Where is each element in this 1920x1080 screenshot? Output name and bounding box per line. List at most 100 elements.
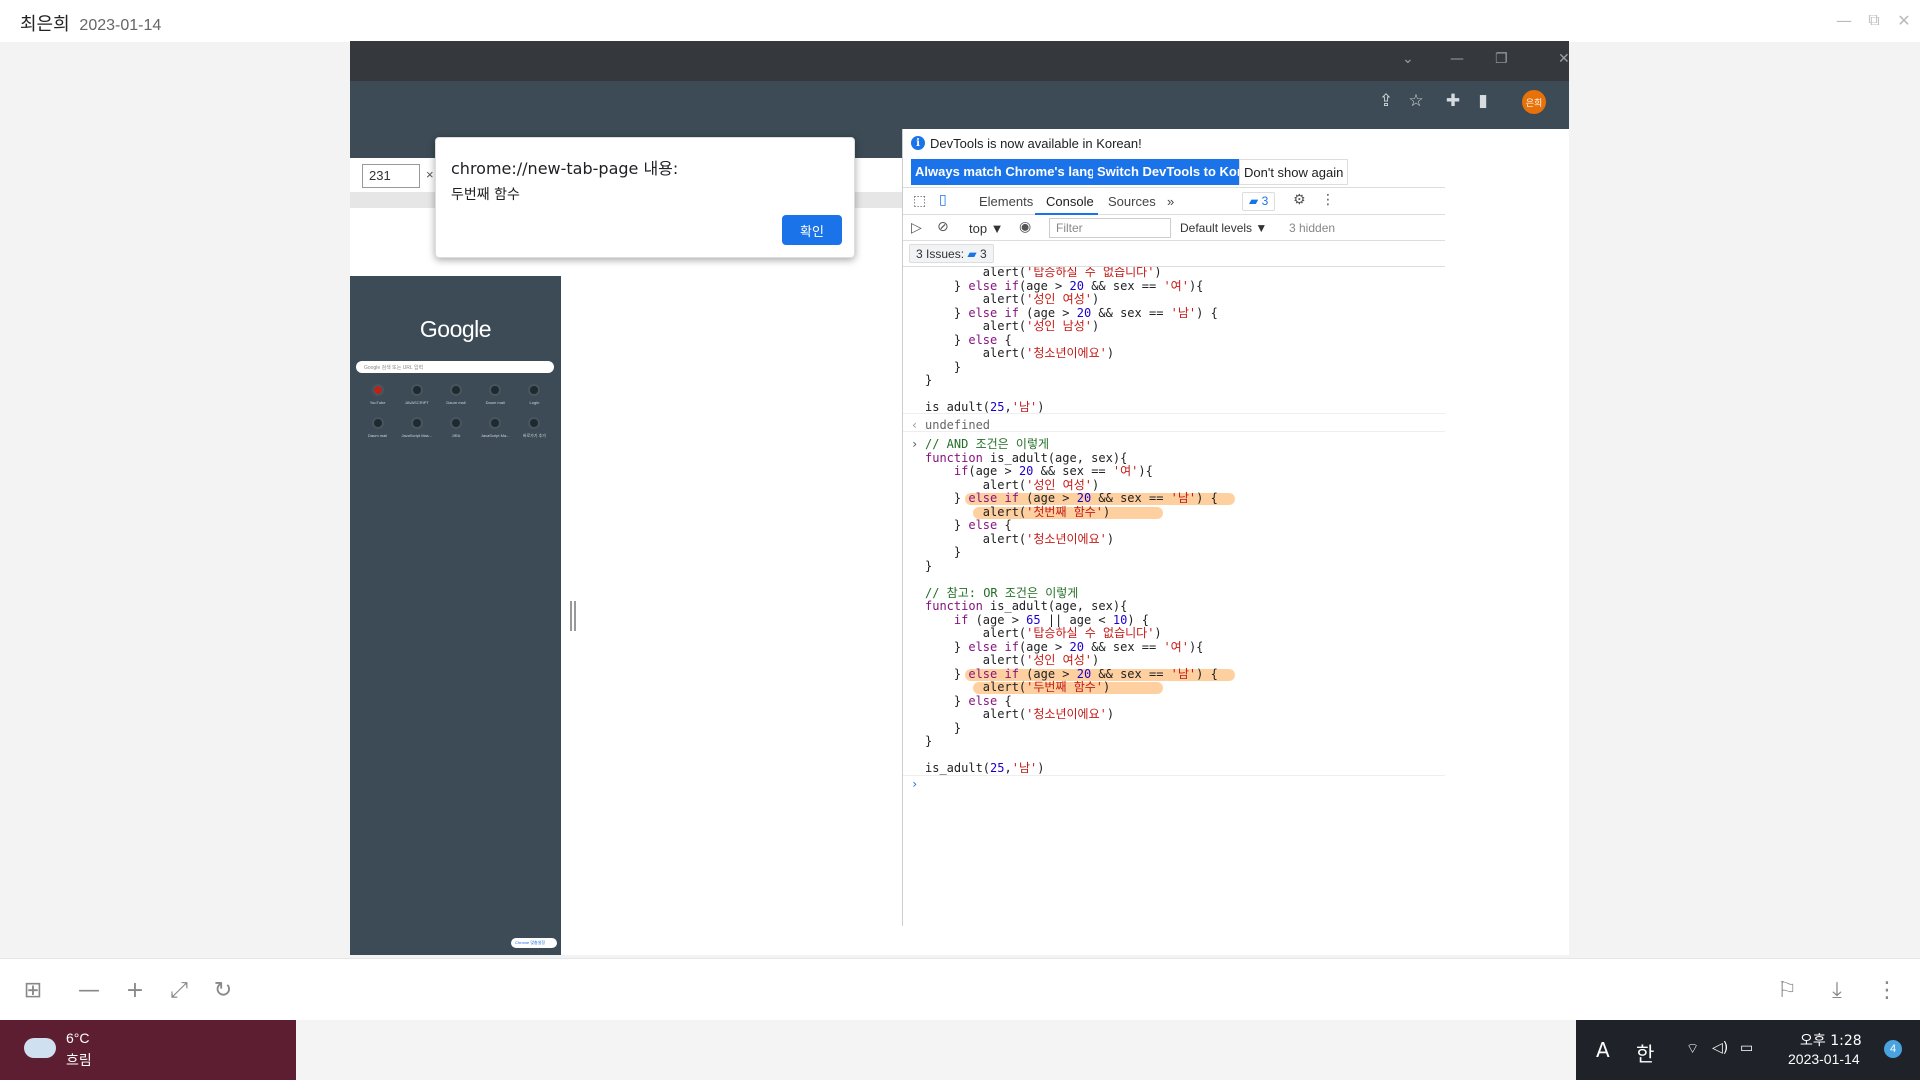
grid-icon[interactable]: ⊞ [18,975,48,1005]
ime-mode-hangul[interactable]: 한 [1636,1038,1654,1067]
live-expression-eye-icon[interactable]: ◉ [1019,219,1031,235]
download-icon[interactable]: ⤓ [1822,975,1852,1005]
ntp-search-box[interactable]: Google 검색 또는 URL 입력 [356,361,554,373]
viewer-bottom-toolbar: ⊞ — + ⤢ ↻ ⚐ ⤓ ⋮ [0,958,1920,1020]
shortcut-label: Login [529,400,540,405]
console-line: alert('성인 여성') [925,478,1100,492]
console-line: } [925,734,933,748]
site-icon [410,384,423,396]
console-line: is_adult(25,'남') [925,400,1045,414]
zoom-out-icon[interactable]: — [74,975,104,1005]
context-selector[interactable]: top ▼ [969,221,1004,236]
console-prompt-icon[interactable]: › [911,777,918,791]
console-line: alert('탑승하실 수 없습니다') [925,267,1162,279]
devtools-more-icon[interactable]: ⋮ [1321,192,1335,208]
console-line: // 참고: OR 조건은 이렇게 [925,586,1079,600]
ntp-shortcuts: YouTube JAVASCRIPT Daum mail Daum mail L… [358,384,554,439]
console-line: alert('두번째 함수') [925,680,1111,694]
log-levels-dropdown[interactable]: Default levels ▼ [1180,221,1267,235]
close-button[interactable]: ✕ [1892,8,1916,32]
notification-count-badge[interactable]: 4 [1884,1040,1902,1058]
device-width-input[interactable]: 231 [362,164,420,188]
issues-link[interactable]: 3 Issues: ▰ 3 [909,244,994,263]
infobar-text: DevTools is now available in Korean! [930,136,1142,151]
shortcut-tile[interactable]: Daum mail [436,384,475,405]
battery-icon[interactable]: ▭ [1740,1040,1753,1056]
resize-handle-icon[interactable] [570,601,576,631]
shortcut-label: JAVASCRIPT [404,400,429,405]
shortcut-label: 바로가기 추가 [522,433,546,438]
browser-restore-icon[interactable]: ❐ [1495,51,1508,67]
site-icon [528,384,541,396]
tab-search-icon[interactable]: ⌄ [1402,51,1414,67]
console-line: } [925,373,933,387]
devtools-tabbar: ⬚ ▯ Elements Console Sources » ▰ 3 ⚙ ⋮ [903,187,1445,215]
google-logo: Google [419,316,492,342]
console-line: alert('성인 여성') [925,292,1100,306]
close-icon: ✕ [1897,10,1911,30]
customize-chrome-button[interactable]: Chrome 맞춤설정 [511,938,557,948]
add-shortcut-tile[interactable]: 바로가기 추가 [515,417,554,439]
settings-gear-icon[interactable]: ⚙ [1293,192,1306,208]
more-tabs-icon[interactable]: » [1167,194,1174,209]
input-chevron-icon: › [911,437,919,451]
device-toggle-icon[interactable]: ▯ [939,192,947,208]
shortcut-label: Daum mail [446,400,466,405]
viewer-title: 최은희 2023-01-14 [20,10,161,36]
share-icon[interactable]: ⇪ [1374,89,1398,113]
bookmark-icon[interactable]: ⚐ [1772,975,1802,1005]
more-icon[interactable]: ⋮ [1872,975,1902,1005]
console-filter-input[interactable]: Filter [1049,218,1171,238]
taskbar-weather-widget[interactable]: 6°C 흐림 [0,1020,296,1080]
rotate-icon[interactable]: ↻ [208,975,238,1005]
hidden-messages-count: 3 hidden [1289,221,1336,235]
issues-counter-badge[interactable]: ▰ 3 [1242,192,1276,211]
clock-date[interactable]: 2023-01-14 [1788,1051,1860,1067]
shortcut-tile[interactable]: Daum mail [358,417,397,439]
console-line: } else if(age > 20 && sex == '여'){ [925,279,1204,293]
extensions-icon[interactable]: ✚ [1441,89,1465,113]
shortcut-tile[interactable]: Daum mail [476,384,515,405]
browser-close-icon[interactable]: ✕ [1558,51,1569,67]
profile-avatar[interactable]: 은희 [1522,90,1546,114]
console-line: alert('탑승하실 수 없습니다') [925,626,1162,640]
inspect-element-icon[interactable]: ⬚ [913,193,926,209]
console-line: } else if(age > 20 && sex == '여'){ [925,640,1204,654]
shortcut-tile[interactable]: Login [515,384,554,405]
youtube-icon [371,384,384,396]
side-panel-icon[interactable]: ▮ [1471,89,1495,113]
dont-show-again-button[interactable]: Don't show again [1239,159,1349,185]
console-line: if (age > 65 || age < 10) { [953,613,1149,627]
wifi-icon[interactable]: ⌔ [1686,1040,1699,1058]
expand-icon[interactable]: ⤢ [164,975,194,1005]
site-icon [410,417,423,429]
console-line: } else if (age > 20 && sex == '남') { [925,491,1218,505]
taskbar [296,1020,1576,1080]
site-icon [449,417,462,429]
star-icon[interactable]: ☆ [1404,89,1428,113]
shortcut-tile[interactable]: JavaScript Mas... [397,417,436,439]
ime-mode-a[interactable]: A [1596,1038,1610,1062]
browser-minimize-icon[interactable]: — [1450,51,1464,67]
clear-console-icon[interactable]: ⊘ [937,219,949,235]
shortcut-tile[interactable]: YouTube [358,384,397,405]
alert-ok-button[interactable]: 확인 [782,215,842,245]
volume-icon[interactable]: ◁) [1712,1040,1728,1056]
tab-elements[interactable]: Elements [979,194,1033,209]
site-icon [371,417,384,429]
result-arrow-icon: ‹ [911,418,919,432]
restore-button[interactable]: ⧉ [1862,8,1886,32]
restore-icon: ⧉ [1868,10,1880,29]
tab-sources[interactable]: Sources [1108,194,1156,209]
minimize-button[interactable]: — [1832,8,1856,32]
sidebar-toggle-icon[interactable]: ▷ [911,220,922,236]
shortcut-tile[interactable]: JAVASCRIPT [397,384,436,405]
device-screen: Google Google 검색 또는 URL 입력 YouTube JAVAS… [350,276,561,955]
console-output[interactable]: alert('탑승하실 수 없습니다') } else if(age > 20 … [903,267,1445,926]
shortcut-tile[interactable]: JavaScript Ma... [476,417,515,439]
tab-console[interactable]: Console [1046,194,1094,209]
clock-time[interactable]: 오후 1:28 [1800,1030,1862,1050]
devtools-language-infobar: i DevTools is now available in Korean! [903,129,1445,157]
shortcut-tile[interactable]: JIRA [436,417,475,439]
zoom-in-icon[interactable]: + [120,975,150,1005]
